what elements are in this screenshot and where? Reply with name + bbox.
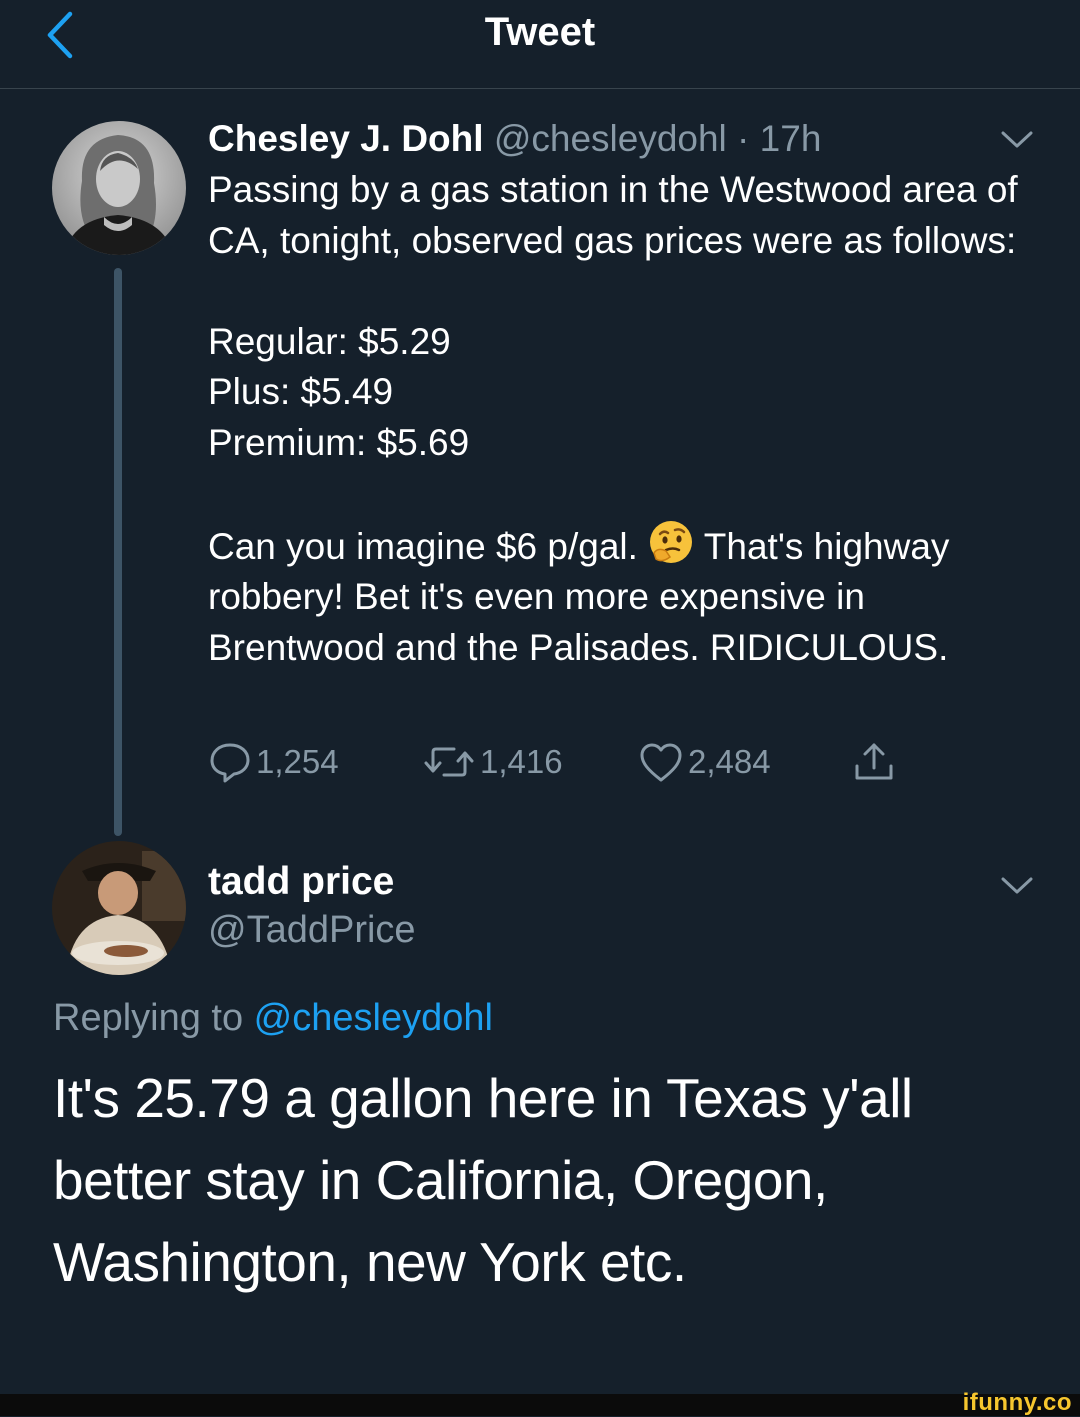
price-line: Plus: $5.49 [208,371,394,412]
top-bar: Tweet [0,0,1080,89]
reply-author-name[interactable]: tadd price [208,858,394,906]
ifunny-watermark: ifunny.co [962,1389,1072,1416]
reply-menu-button[interactable] [1000,876,1034,896]
price-line: Premium: $5.69 [208,421,470,463]
retweet-icon [424,747,474,777]
like-count: 2,484 [688,743,771,780]
tweet-author-line: Chesley J. Dohl @chesleydohl · 17h [208,117,821,161]
retweet-count: 1,416 [480,743,563,780]
reply-text: It's 25.79 a gallon here in Texas y'all … [53,1067,913,1293]
tweet-actions: 1,254 1,416 2,484 [208,738,908,786]
page-title: Tweet [484,10,596,54]
reply-count: 1,254 [256,743,339,780]
tweet-text: Passing by a gas station in the Westwood… [208,165,1048,673]
replying-to-label: Replying to [53,997,254,1039]
reply-button[interactable]: 1,254 [208,738,339,786]
author-name[interactable]: Chesley J. Dohl [208,118,484,159]
retweet-button[interactable]: 1,416 [422,738,563,786]
price-line: Regular: $5.29 [208,320,451,362]
reply-author-handle[interactable]: @TaddPrice [208,906,416,954]
speech-bubble-icon [210,743,250,783]
chevron-down-icon [1001,877,1033,894]
tweet-text-intro: Passing by a gas station in the Westwood… [208,169,1018,261]
author-handle[interactable]: @chesleydohl [494,118,727,159]
tweet-time[interactable]: 17h [760,118,822,159]
share-button[interactable] [852,738,900,786]
replying-to-link[interactable]: @chesleydohl [254,997,493,1039]
heart-icon [640,743,682,782]
meta-separator: · [726,118,760,159]
avatar-chesley[interactable] [52,121,186,255]
thinking-face-emoji-icon [648,519,694,565]
replying-to-line: Replying to @chesleydohl [53,994,493,1042]
thread-connector-line [114,268,122,836]
closing-text-1: Can you imagine $6 p/gal. [208,525,638,567]
tweet-menu-button[interactable] [1000,130,1034,150]
avatar-tadd[interactable] [52,841,186,975]
tweet-text-closing: Can you imagine $6 p/gal. That's highway… [208,519,1048,674]
chevron-down-icon [1001,131,1033,148]
like-button[interactable]: 2,484 [638,738,771,786]
watermark-bar [0,1394,1080,1416]
share-icon [855,743,893,780]
